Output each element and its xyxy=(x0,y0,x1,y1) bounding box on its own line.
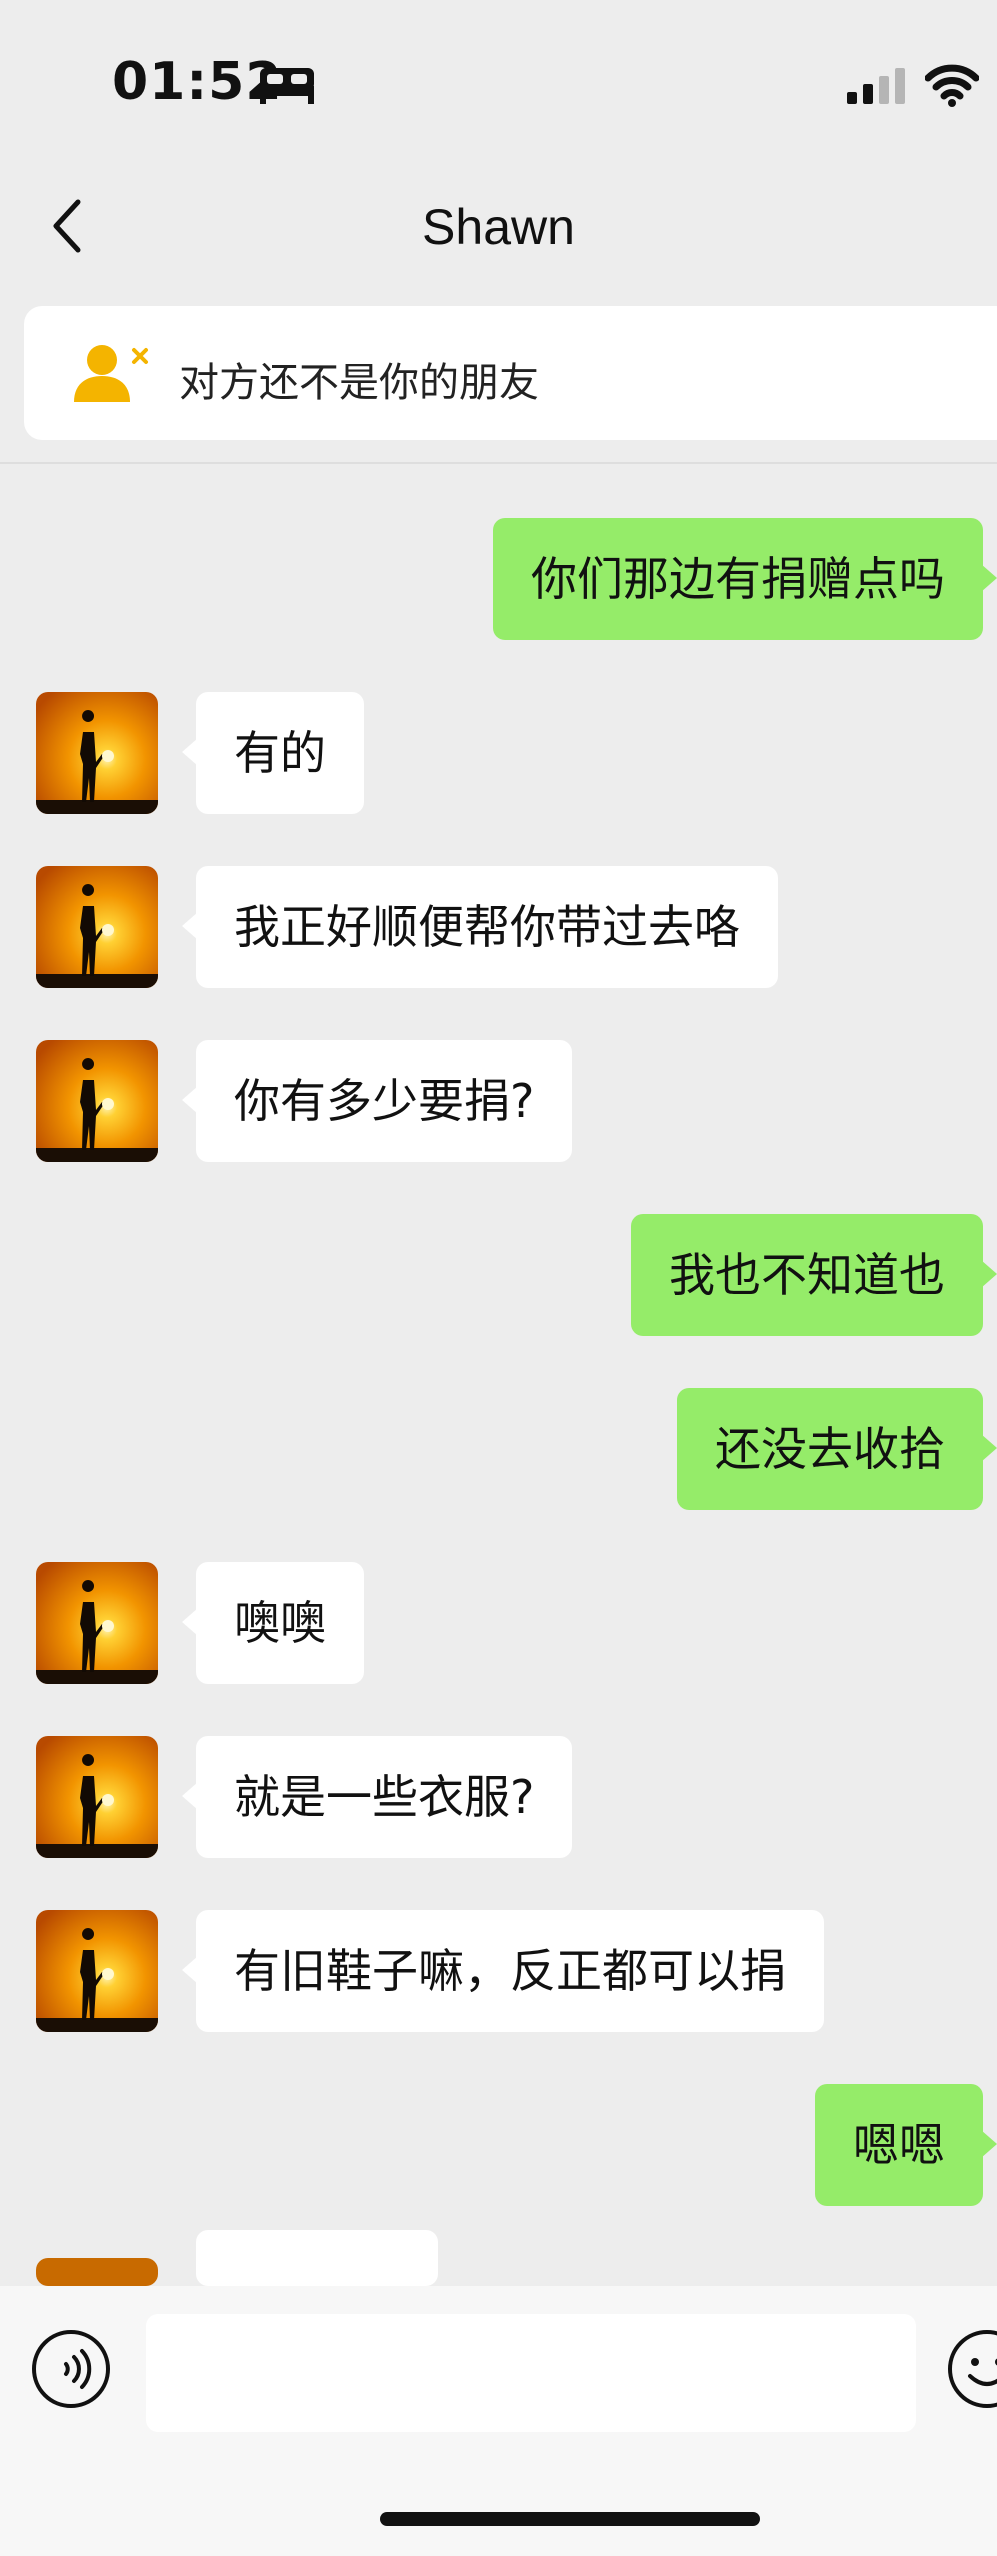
sent-message-bubble[interactable]: 嗯嗯 xyxy=(815,2084,997,2206)
sent-message-bubble[interactable]: 还没去收拾 xyxy=(677,1388,997,1510)
page-title: Shawn xyxy=(422,199,575,255)
avatar[interactable] xyxy=(36,692,158,814)
status-time: 01:52 xyxy=(112,52,283,112)
received-message-bubble[interactable]: 有旧鞋子嘛，反正都可以捐 xyxy=(182,1910,824,2032)
emoji-icon[interactable] xyxy=(946,2328,997,2410)
avatar[interactable] xyxy=(36,2258,158,2286)
received-message-bubble-partial xyxy=(196,2230,438,2286)
received-message-bubble[interactable]: 我正好顺便帮你带过去咯 xyxy=(182,866,778,988)
message-input[interactable] xyxy=(146,2314,916,2432)
received-message-bubble[interactable]: 就是一些衣服? xyxy=(181,1736,573,1858)
wifi-icon xyxy=(925,64,979,107)
home-indicator xyxy=(380,2512,760,2526)
sent-message-bubble[interactable]: 你们那边有捐赠点吗 xyxy=(493,518,997,640)
status-bar: 01:52 xyxy=(0,0,997,170)
not-friend-banner[interactable]: 对方还不是你的朋友 xyxy=(24,306,997,440)
not-friend-icon xyxy=(74,345,148,402)
avatar[interactable] xyxy=(36,1562,158,1684)
voice-icon[interactable] xyxy=(30,2328,112,2410)
received-message-bubble[interactable]: 有的 xyxy=(182,692,364,814)
received-message-bubble[interactable]: 你有多少要捐? xyxy=(181,1040,573,1162)
avatar[interactable] xyxy=(36,1736,158,1858)
bed-icon xyxy=(260,68,314,104)
sent-message-bubble[interactable]: 我也不知道也 xyxy=(631,1214,997,1336)
divider xyxy=(0,462,997,464)
avatar[interactable] xyxy=(36,1910,158,2032)
received-message-bubble[interactable]: 噢噢 xyxy=(182,1562,364,1684)
signal-icon xyxy=(847,68,905,104)
avatar[interactable] xyxy=(36,1040,158,1162)
banner-text: 对方还不是你的朋友 xyxy=(179,360,539,406)
avatar[interactable] xyxy=(36,866,158,988)
